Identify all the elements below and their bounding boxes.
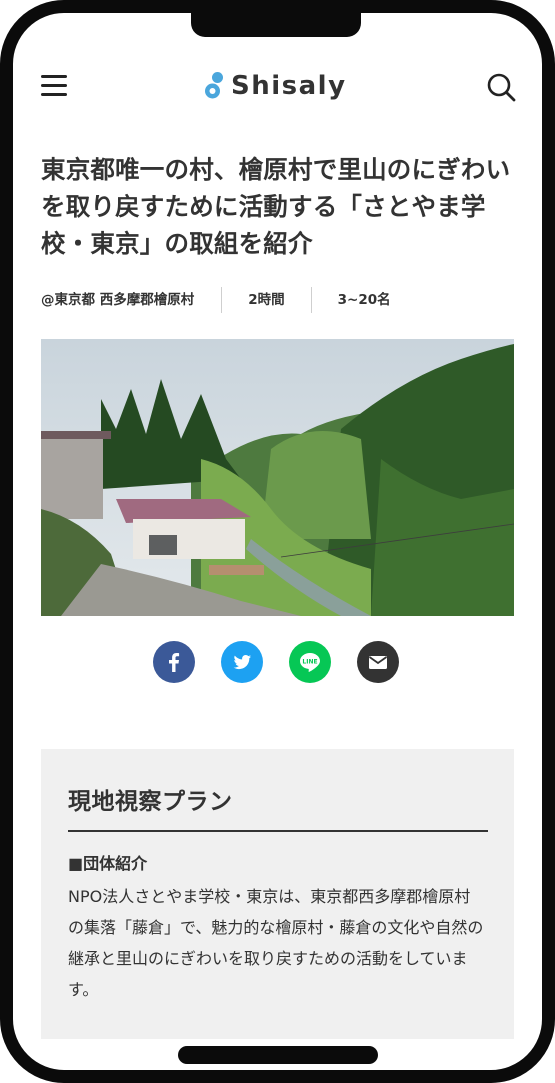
divider [68, 830, 488, 832]
section-label: ■団体紹介 [68, 854, 148, 873]
plan-description: NPO法人さとやま学校・東京は、東京都西多摩郡檜原村の集落「藤倉」で、魅力的な檜… [68, 887, 484, 999]
twitter-icon [233, 655, 251, 670]
hamburger-menu-icon [41, 84, 67, 87]
article-title: 東京都唯一の村、檜原村で里山のにぎわいを取り戻すために活動する「さとやま学校・東… [41, 155, 511, 258]
search-button[interactable] [485, 71, 517, 103]
site-logo[interactable]: Shisaly [205, 69, 347, 103]
line-share-button[interactable]: LINE [289, 641, 331, 683]
logo-mark-icon [205, 72, 223, 99]
hamburger-menu-icon [41, 93, 67, 96]
facebook-icon [169, 653, 180, 672]
line-icon: LINE [300, 653, 320, 672]
site-header: Shisaly [13, 13, 542, 133]
facebook-share-button[interactable] [153, 641, 195, 683]
home-indicator [178, 1046, 378, 1064]
duration-label: 2時間 [221, 287, 310, 313]
hamburger-menu-icon [41, 75, 67, 78]
brand-name: Shisaly [231, 71, 347, 101]
email-icon [368, 656, 388, 669]
capacity-label: 3~20名 [310, 287, 417, 313]
article-meta: @東京都 西多摩郡檜原村 2時間 3~20名 [41, 285, 417, 315]
search-icon [487, 73, 516, 102]
phone-frame: Shisaly 東京都唯一の村、檜原村で里山のにぎわいを取り戻すために活動する「… [0, 0, 555, 1083]
plan-card: 現地視察プラン ■団体紹介 NPO法人さとやま学校・東京は、東京都西多摩郡檜原村… [41, 749, 514, 1039]
svg-text:LINE: LINE [302, 658, 317, 665]
email-share-button[interactable] [357, 641, 399, 683]
twitter-share-button[interactable] [221, 641, 263, 683]
plan-title: 現地視察プラン [68, 789, 233, 815]
hero-image [41, 339, 514, 616]
location-label: @東京都 西多摩郡檜原村 [41, 292, 195, 308]
menu-button[interactable] [41, 75, 69, 97]
share-buttons: LINE [153, 641, 399, 683]
